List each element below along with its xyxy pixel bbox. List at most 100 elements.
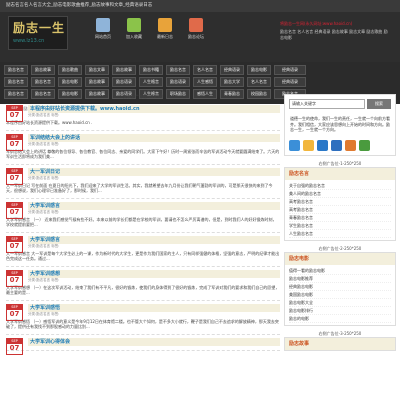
header-tags[interactable]: 励志名言 名人名言 经典语录 励志故事 励志文章 励志歌曲 励志电影 <box>280 29 390 41</box>
nav-item[interactable]: 励志电影 <box>58 77 82 87</box>
nav-item[interactable]: 励志歌曲 <box>58 65 82 75</box>
list-item[interactable]: 值得一看的励志电影 <box>289 267 391 275</box>
star-icon[interactable] <box>289 139 300 151</box>
nav-item[interactable]: 名人名言 <box>193 65 217 75</box>
list-item[interactable]: 青春励志名言 <box>289 214 391 222</box>
nav-item[interactable]: 经典语录 <box>220 65 244 75</box>
list-item[interactable]: 人生励志名言 <box>289 230 391 238</box>
post-title[interactable]: 本程序由好站长资源提供下载。www.haoid.cn <box>28 105 280 113</box>
post-meta: 分类:励志名言 标签: <box>28 141 60 146</box>
sina-icon[interactable] <box>303 139 314 151</box>
post-list: 文章上广告位-640*60 SEP 07 本程序由好站长资源提供下载。www.ha… <box>6 94 280 355</box>
share-icons <box>285 136 395 155</box>
list-item[interactable]: 励志电影推荐 <box>289 275 391 283</box>
post-title[interactable]: 大一军训日记 <box>28 167 280 176</box>
header-notice[interactable]: 将励志一生网(永久网址:www.haoid.cn) <box>280 21 352 27</box>
post-excerpt: 大一军训日记 写在前面 在夏日的阳光下，我们迎来了大学的军训生活。其实，我就希望… <box>6 182 273 194</box>
list-item[interactable]: 励志电影排行 <box>289 307 391 315</box>
nav-item[interactable]: 励志故事 <box>85 77 109 87</box>
post-date: SEP 07 <box>6 167 23 185</box>
quicklink-home[interactable]: 网站首页 <box>90 18 116 40</box>
post-date: SEP 07 <box>6 269 23 287</box>
post-item: SEP 07 大学军训感言 分类:励志名言 标签: 大学军训感言 （一） 近来我们… <box>6 199 280 233</box>
renren-icon[interactable] <box>331 139 342 151</box>
post-title[interactable]: 大学军训感言 <box>28 235 280 244</box>
nav-item[interactable]: 励志语录 <box>112 77 136 87</box>
list-item[interactable]: 美人间的励志名言 <box>289 190 391 198</box>
nav-item[interactable]: 经典语录 <box>274 77 306 87</box>
list-item[interactable]: 学生励志名言 <box>289 222 391 230</box>
nav-item[interactable]: 人生格言 <box>139 77 163 87</box>
post-excerpt: 大一军训感言 大一军训是每个大学生必上的一课，作为新时代的大学生，更是作为我们国… <box>6 250 280 262</box>
post-title[interactable]: 大学军训心得体会 <box>28 337 280 346</box>
qq-icon[interactable] <box>317 139 328 151</box>
post-item: SEP 07 大学军训感想 分类:励志名言 标签: 大学军训感想 （一）在这次军训… <box>6 267 280 301</box>
quick-links: 网站首页 加入收藏 最新日志 励志论坛 <box>90 18 209 40</box>
favorite-icon <box>127 18 141 32</box>
post-date: SEP 07 <box>6 235 23 253</box>
post-excerpt: 本程序由好站长资源提供下载。www.haoid.cn . <box>6 120 93 125</box>
top-ad-slot: 文章上广告位-640*60 <box>122 94 164 99</box>
search-form: 请输入关键字 搜索 <box>285 95 395 113</box>
people-icon[interactable] <box>345 139 356 151</box>
douban-icon[interactable] <box>359 139 370 151</box>
site-intro: 道德一生的使命，我们一生的责任，一生就一个向前方看齐。我们相信，大家应该思想向上… <box>290 116 390 132</box>
category-title: 励志电影 <box>285 252 395 265</box>
nav-item[interactable]: 名人名言 <box>247 77 271 87</box>
post-title[interactable]: 大学军训感想 <box>28 269 280 278</box>
forum-icon <box>189 18 203 32</box>
nav-item[interactable]: 励志电影 <box>247 65 271 75</box>
nav-item[interactable]: 励志故事 <box>112 65 136 75</box>
post-title[interactable]: 大学军训感悟 <box>28 303 280 312</box>
post-meta: 分类:励志名言 标签: <box>28 311 60 316</box>
post-date: SEP 07 <box>6 201 23 219</box>
category-box-3: 励志故事 <box>284 336 396 351</box>
nav-item[interactable]: 励志名言 <box>4 65 28 75</box>
nav-item[interactable]: 励志文章 <box>85 65 109 75</box>
category-title: 励志名言 <box>285 167 395 180</box>
news-icon <box>158 18 172 32</box>
post-date: SEP 07 <box>6 105 23 122</box>
nav-item[interactable]: 励志名言 <box>31 77 55 87</box>
category-list: 值得一看的励志电影 励志电影推荐 经典励志电影 美国励志电影 励志电影大全 励志… <box>285 265 395 325</box>
nav-item[interactable]: 经典语录 <box>274 65 306 75</box>
nav-item[interactable]: 人生感悟 <box>193 77 217 87</box>
search-button[interactable]: 搜索 <box>367 99 391 109</box>
post-item: SEP 07 军训结结大会上的讲话 分类:励志名言 标签: 军训总结大会上的讲话 … <box>6 131 280 165</box>
logo-url: www.lz13.cn <box>13 38 45 44</box>
list-item[interactable]: 美国励志电影 <box>289 291 391 299</box>
post-meta: 分类:励志名言 标签: <box>28 175 60 180</box>
search-box: 请输入关键字 搜索 道德一生的使命，我们一生的责任，一生就一个向前方看齐。我们相… <box>284 94 396 156</box>
post-meta: 分类:励志名言 标签: <box>28 243 60 248</box>
post-date: SEP 07 <box>6 337 23 355</box>
nav-item[interactable]: 励志大学 <box>220 77 244 87</box>
nav-item[interactable]: 励志书籍 <box>139 65 163 75</box>
post-title[interactable]: 大学军训感言 <box>28 201 280 210</box>
quicklink-favorite[interactable]: 加入收藏 <box>121 18 147 40</box>
search-input[interactable]: 请输入关键字 <box>289 99 365 109</box>
post-item: SEP 07 本程序由好站长资源提供下载。www.haoid.cn 分类:励志名言… <box>6 102 280 131</box>
quicklink-forum[interactable]: 励志论坛 <box>183 18 209 40</box>
post-meta: 分类:励志名言 标签: <box>28 209 60 214</box>
list-item[interactable]: 励志电影大全 <box>289 299 391 307</box>
category-list: 关于自强的励志名言 美人间的励志名言 高考励志名言 高考励志名言 青春励志名言 … <box>285 180 395 240</box>
post-title[interactable]: 军训结结大会上的讲话 <box>28 133 280 142</box>
list-item[interactable]: 励志的电影 <box>289 315 391 323</box>
nav-item[interactable]: 励志语录 <box>166 77 190 87</box>
nav-item[interactable]: 励志名言 <box>166 65 190 75</box>
sidebar: 请输入关键字 搜索 道德一生的使命，我们一生的责任，一生就一个向前方看齐。我们相… <box>284 94 396 356</box>
site-logo[interactable]: 励志一生 www.lz13.cn <box>8 16 68 50</box>
nav-item[interactable]: 励志故事 <box>31 65 55 75</box>
post-excerpt: 大学军训感言 （一） 近来我们感觉气候有些不好。本来以前的学长们都是在学校的军训… <box>6 216 277 228</box>
nav-item[interactable]: 励志名言 <box>4 77 28 87</box>
logo-text: 励志一生 <box>13 21 66 35</box>
list-item[interactable]: 经典励志电影 <box>289 283 391 291</box>
post-excerpt: 军训总结大会上的讲话 尊敬的各位领导、各位教官、各位同志、亲爱的同学们。大家下午… <box>6 148 280 160</box>
post-excerpt: 大学军训感悟 （一）感悟军训的意义是今年9月12日在体育馆二楼。也不管大个如何，… <box>6 318 279 330</box>
quicklink-news[interactable]: 最新日志 <box>152 18 178 40</box>
top-bar: 励志名言名人名言大全_励志电影歌曲推荐_励志故事和文章_经典语录日志 <box>0 0 400 12</box>
list-item[interactable]: 关于自强的励志名言 <box>289 182 391 190</box>
list-item[interactable]: 高考励志名言 <box>289 206 391 214</box>
post-date: SEP 07 <box>6 303 23 321</box>
list-item[interactable]: 高考励志名言 <box>289 198 391 206</box>
